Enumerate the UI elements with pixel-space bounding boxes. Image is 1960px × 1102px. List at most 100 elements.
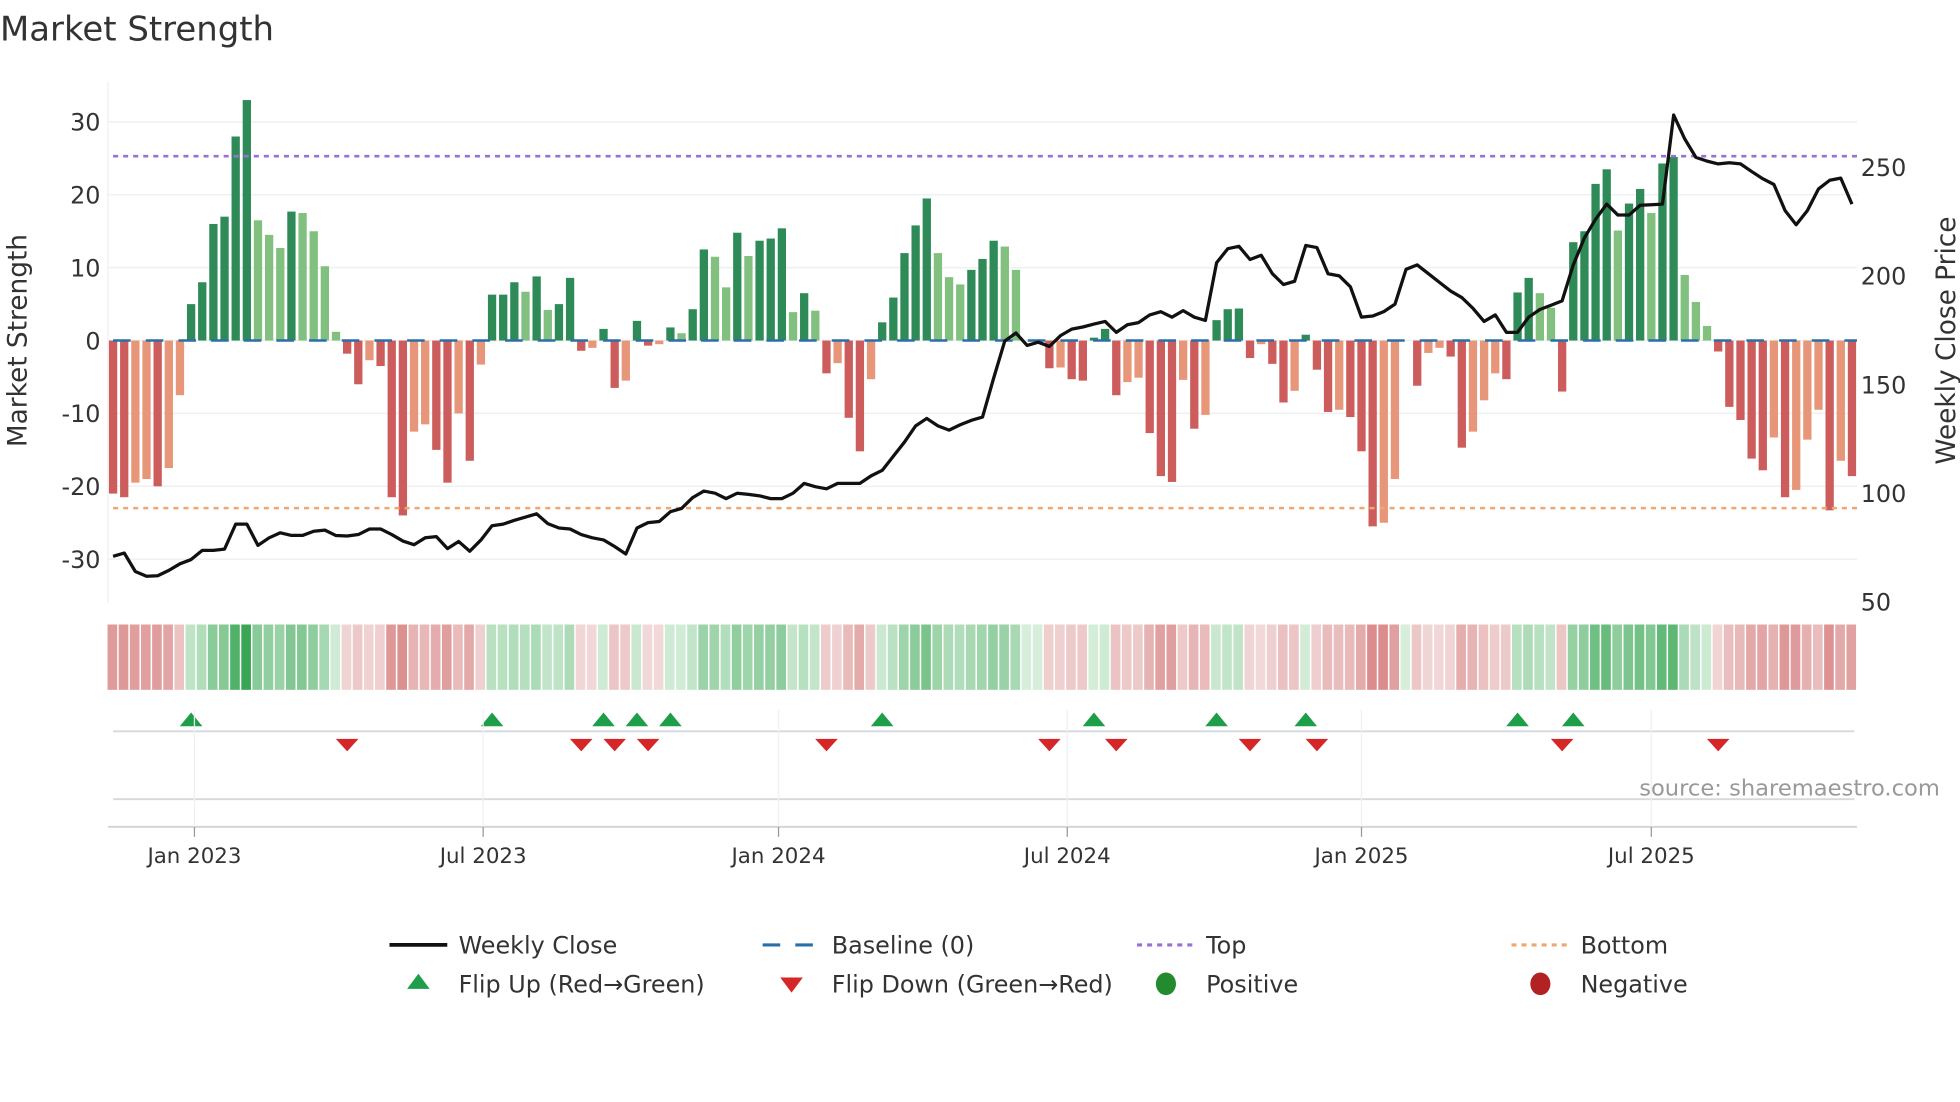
y-axis-ticks: -30 -20 -10 0 10 20 30 bbox=[62, 109, 101, 574]
heatmap-cell bbox=[430, 624, 441, 690]
heatmap-cell bbox=[1266, 624, 1277, 690]
heatmap-cell bbox=[441, 624, 452, 690]
strength-bar bbox=[1234, 308, 1244, 341]
strength-bar bbox=[543, 309, 552, 341]
heatmap-cell bbox=[1244, 624, 1255, 690]
y-tick-label: -10 bbox=[62, 400, 101, 428]
strength-heatmap-strip bbox=[107, 624, 1857, 690]
heatmap-cell bbox=[308, 624, 318, 690]
flip-down-marker bbox=[335, 738, 359, 752]
strength-bar bbox=[1825, 340, 1834, 511]
strength-bar bbox=[1424, 340, 1433, 353]
heatmap-cell bbox=[1534, 624, 1544, 690]
heatmap-cell bbox=[1578, 624, 1589, 690]
strength-bar bbox=[822, 340, 831, 374]
strength-bar bbox=[1591, 183, 1600, 341]
heatmap-cell bbox=[1322, 624, 1333, 690]
heatmap-cell bbox=[1456, 624, 1466, 690]
x-tick-label: Jan 2024 bbox=[730, 844, 826, 869]
strength-bar bbox=[1502, 340, 1511, 380]
strength-bar bbox=[878, 322, 887, 341]
heatmap-cell bbox=[965, 624, 976, 690]
strength-bar bbox=[320, 266, 330, 341]
strength-bar bbox=[1335, 340, 1344, 410]
y2-tick-label: 150 bbox=[1861, 371, 1907, 399]
strength-bar bbox=[231, 136, 240, 341]
strength-bar bbox=[398, 340, 408, 516]
strength-bar bbox=[465, 340, 474, 461]
strength-bar bbox=[1245, 340, 1255, 359]
flip-up-marker bbox=[625, 712, 649, 727]
heatmap-cell bbox=[1656, 624, 1667, 690]
strength-bar bbox=[376, 340, 385, 367]
strength-bar bbox=[521, 291, 530, 341]
heatmap-cell bbox=[341, 624, 352, 690]
strength-bar bbox=[409, 340, 419, 432]
heatmap-cell bbox=[887, 624, 898, 690]
heatmap-cell bbox=[597, 624, 608, 690]
strength-bar bbox=[933, 253, 943, 341]
heatmap-cell bbox=[1233, 624, 1243, 690]
heatmap-cell bbox=[1411, 624, 1422, 690]
strength-bar bbox=[164, 340, 173, 469]
heatmap-cell bbox=[698, 624, 708, 690]
heatmap-cell bbox=[575, 624, 586, 690]
strength-bar bbox=[1769, 340, 1779, 438]
heatmap-cell bbox=[1211, 624, 1221, 690]
heatmap-cell bbox=[1055, 624, 1065, 690]
strength-bar bbox=[1758, 340, 1767, 471]
y-axis-label: Market Strength bbox=[3, 234, 33, 447]
heatmap-cell bbox=[832, 624, 842, 690]
legend-label: Bottom bbox=[1581, 932, 1669, 960]
strength-bar bbox=[944, 277, 954, 341]
heatmap-cell bbox=[129, 624, 140, 690]
heatmap-cell bbox=[319, 624, 329, 690]
strength-bar bbox=[499, 294, 508, 341]
strength-bar bbox=[565, 277, 575, 341]
flip-up-marker bbox=[1082, 712, 1106, 727]
strength-bar bbox=[287, 211, 296, 341]
strength-bar bbox=[967, 269, 976, 341]
heatmap-cell bbox=[620, 624, 630, 690]
legend-item-positive: Positive bbox=[1155, 971, 1298, 999]
strength-bar bbox=[421, 340, 430, 425]
strength-bars bbox=[108, 100, 1857, 527]
heatmap-cell bbox=[241, 624, 251, 690]
flip-markers bbox=[113, 712, 1855, 801]
flip-up-marker bbox=[659, 712, 682, 727]
strength-bar bbox=[454, 340, 463, 414]
heatmap-cell bbox=[1679, 624, 1689, 690]
heatmap-cell bbox=[163, 624, 173, 690]
strength-bar bbox=[710, 256, 720, 341]
heatmap-cell bbox=[988, 624, 998, 690]
strength-bar bbox=[1212, 320, 1221, 341]
heatmap-cell bbox=[1668, 624, 1678, 690]
strength-bar bbox=[242, 100, 251, 341]
heatmap-cell bbox=[1701, 624, 1712, 690]
flip-down-marker bbox=[1550, 738, 1574, 752]
y-tick-label: -20 bbox=[62, 473, 101, 501]
strength-bar bbox=[610, 340, 619, 388]
strength-bar bbox=[911, 225, 920, 341]
strength-bar bbox=[1056, 340, 1065, 368]
heatmap-cell bbox=[1512, 624, 1522, 690]
heatmap-cell bbox=[1690, 624, 1701, 690]
heatmap-cell bbox=[1812, 624, 1823, 690]
strength-bar bbox=[744, 256, 753, 341]
legend-label: Positive bbox=[1206, 971, 1298, 999]
flip-down-marker bbox=[1706, 738, 1730, 752]
y2-tick-label: 200 bbox=[1861, 263, 1907, 291]
strength-bar bbox=[1613, 230, 1623, 341]
strength-bar bbox=[1847, 340, 1857, 477]
heatmap-cell bbox=[932, 624, 943, 690]
strength-bar bbox=[1011, 269, 1021, 341]
heatmap-cell bbox=[252, 624, 263, 690]
strength-bar bbox=[1000, 246, 1009, 341]
strength-bar bbox=[1803, 340, 1812, 440]
strength-bar bbox=[432, 340, 441, 450]
strength-bar bbox=[142, 340, 151, 480]
strength-bar bbox=[1390, 340, 1400, 480]
strength-bar bbox=[153, 340, 162, 487]
strength-bar bbox=[1357, 340, 1366, 452]
heatmap-cell bbox=[140, 624, 151, 690]
